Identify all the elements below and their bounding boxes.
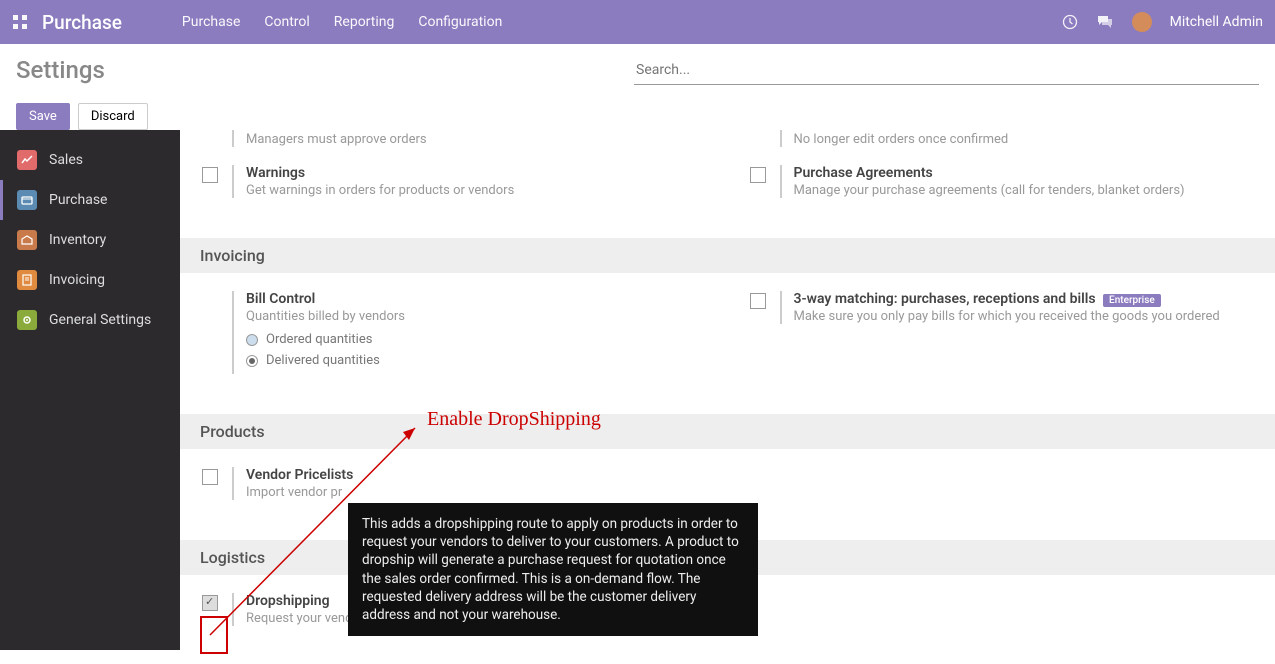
option-desc: Managers must approve orders	[246, 132, 427, 147]
purchase-icon	[17, 190, 37, 210]
nav-control[interactable]: Control	[264, 14, 309, 30]
option-desc: No longer edit orders once confirmed	[794, 132, 1009, 147]
option-desc: Get warnings in orders for products or v…	[246, 183, 514, 198]
sidebar-item-label: Sales	[49, 152, 83, 168]
user-name[interactable]: Mitchell Admin	[1170, 14, 1263, 30]
radio-icon	[246, 355, 258, 367]
search-input[interactable]	[634, 56, 1259, 85]
apps-icon[interactable]	[12, 14, 28, 30]
inventory-icon	[17, 230, 37, 250]
checkbox-vendor-pricelists[interactable]	[202, 469, 218, 485]
option-title: Vendor Pricelists	[246, 467, 353, 483]
sales-icon	[17, 150, 37, 170]
section-invoicing: Invoicing	[180, 238, 1275, 273]
sidebar-item-label: Inventory	[49, 232, 106, 248]
nav-reporting[interactable]: Reporting	[334, 14, 395, 30]
enterprise-badge: Enterprise	[1103, 294, 1161, 307]
settings-sidebar: Sales Purchase Inventory Invoicing Gener…	[0, 130, 180, 650]
sidebar-item-label: Purchase	[49, 192, 107, 208]
avatar[interactable]	[1132, 12, 1152, 32]
checkbox-warnings[interactable]	[202, 167, 218, 183]
topnav: Purchase Control Reporting Configuration	[182, 14, 502, 30]
chat-icon[interactable]	[1096, 14, 1114, 30]
discard-button[interactable]: Discard	[78, 103, 148, 130]
checkbox-purchase-agreements[interactable]	[750, 167, 766, 183]
nav-purchase[interactable]: Purchase	[182, 14, 240, 30]
option-desc: Quantities billed by vendors	[246, 309, 405, 324]
sidebar-item-purchase[interactable]: Purchase	[0, 180, 180, 220]
option-title: Warnings	[246, 165, 514, 181]
gear-icon	[17, 310, 37, 330]
tooltip-dropshipping: This adds a dropshipping route to apply …	[348, 503, 758, 636]
sidebar-item-sales[interactable]: Sales	[0, 140, 180, 180]
option-title: 3-way matching: purchases, receptions an…	[794, 291, 1220, 307]
sidebar-item-label: Invoicing	[49, 272, 105, 288]
checkbox-dropshipping[interactable]	[202, 595, 218, 611]
section-products: Products	[180, 414, 1275, 449]
radio-ordered-quantities[interactable]: Ordered quantities	[246, 332, 405, 347]
sidebar-item-inventory[interactable]: Inventory	[0, 220, 180, 260]
clock-icon[interactable]	[1062, 14, 1078, 30]
radio-label: Delivered quantities	[266, 353, 380, 368]
app-title[interactable]: Purchase	[42, 11, 122, 34]
sidebar-item-label: General Settings	[49, 312, 151, 328]
invoicing-icon	[17, 270, 37, 290]
page-title: Settings	[16, 56, 105, 84]
radio-label: Ordered quantities	[266, 332, 372, 347]
topbar: Purchase Purchase Control Reporting Conf…	[0, 0, 1275, 44]
nav-configuration[interactable]: Configuration	[418, 14, 502, 30]
checkbox-3way-matching[interactable]	[750, 293, 766, 309]
sidebar-item-general-settings[interactable]: General Settings	[0, 300, 180, 340]
radio-icon	[246, 334, 258, 346]
save-button[interactable]: Save	[16, 103, 70, 130]
option-desc: Make sure you only pay bills for which y…	[794, 309, 1220, 324]
option-title: Purchase Agreements	[794, 165, 1185, 181]
subheader: Settings Save Discard	[0, 44, 1275, 130]
option-desc: Manage your purchase agreements (call fo…	[794, 183, 1185, 198]
sidebar-item-invoicing[interactable]: Invoicing	[0, 260, 180, 300]
option-desc: Import vendor pr	[246, 485, 353, 500]
option-title: Bill Control	[246, 291, 405, 307]
radio-delivered-quantities[interactable]: Delivered quantities	[246, 353, 405, 368]
